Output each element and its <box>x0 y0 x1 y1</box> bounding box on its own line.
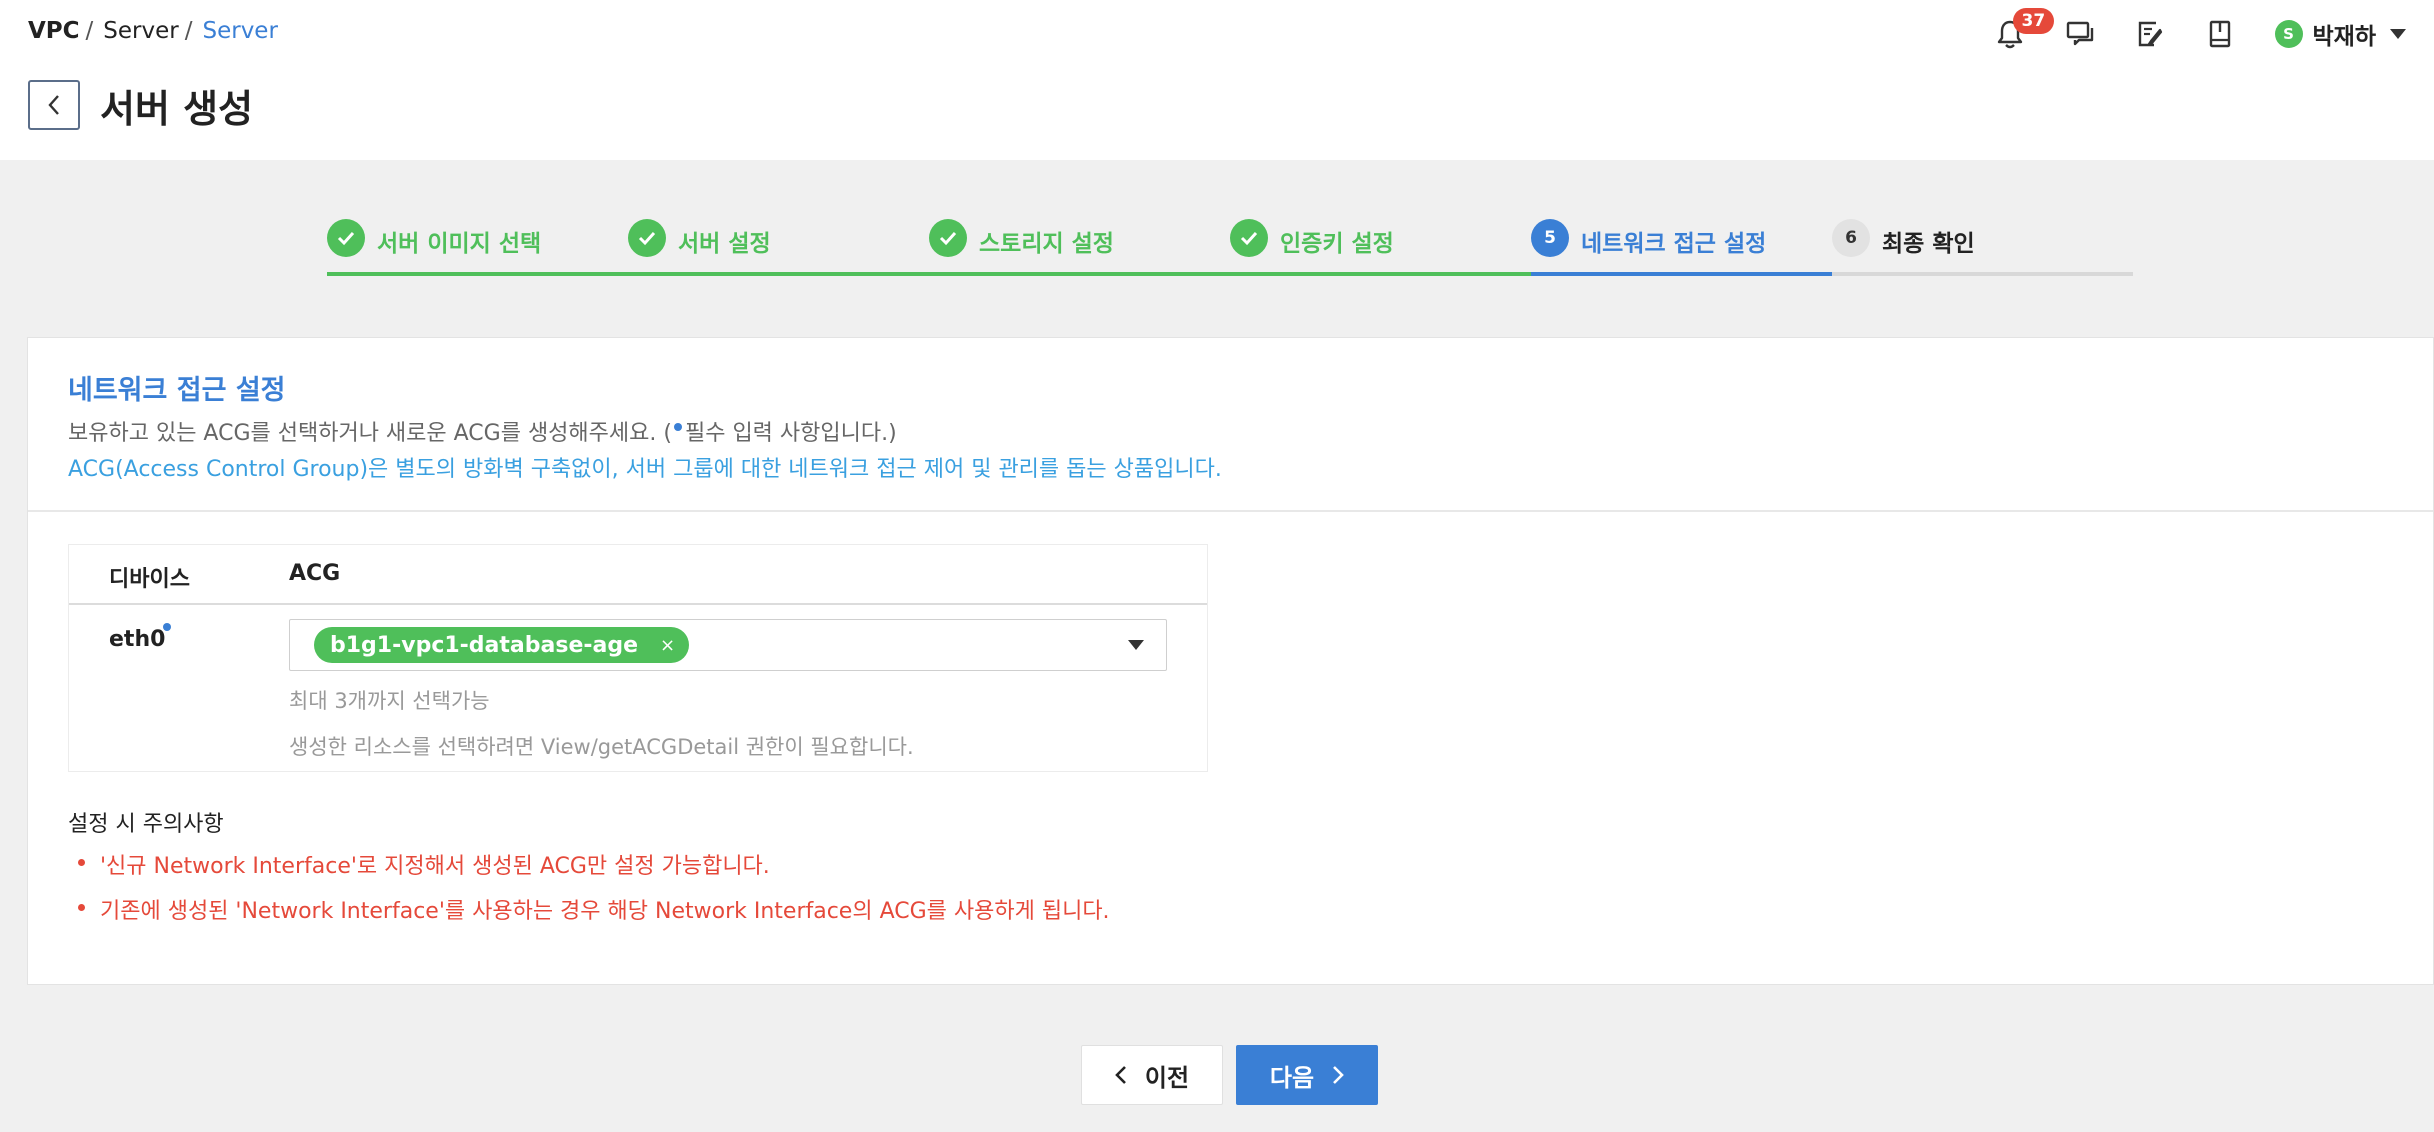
chevron-down-icon[interactable] <box>1128 640 1144 650</box>
check-icon <box>1230 219 1268 257</box>
step-number: 6 <box>1832 219 1870 257</box>
user-menu[interactable]: S 박재하 <box>2274 17 2406 51</box>
memo-button[interactable] <box>2115 12 2185 56</box>
chevron-right-icon <box>1333 1066 1344 1084</box>
step-server-image: 서버 이미지 선택 <box>327 216 628 278</box>
selected-acg-tag: b1g1-vpc1-database-age × <box>314 627 690 663</box>
divider <box>28 510 2433 512</box>
description-text: 보유하고 있는 ACG를 선택하거나 새로운 ACG를 생성해주세요. ( <box>68 421 672 446</box>
list-item: 기존에 생성된 'Network Interface'를 사용하는 경우 해당 … <box>68 893 1110 938</box>
table-header: 디바이스 ACG <box>69 545 1207 605</box>
top-toolbar: 37 S 박재하 <box>1975 8 2406 56</box>
acg-select[interactable]: b1g1-vpc1-database-age × <box>289 619 1167 671</box>
page-title: 서버 생성 <box>100 87 254 131</box>
step-label: 최종 확인 <box>1882 231 1975 257</box>
required-dot-icon <box>163 623 171 631</box>
chat-icon <box>2066 21 2093 46</box>
previous-button[interactable]: 이전 <box>1081 1045 1223 1105</box>
step-label: 네트워크 접근 설정 <box>1581 231 1767 257</box>
step-progress-bar <box>1832 272 2133 276</box>
check-icon <box>929 219 967 257</box>
next-button-label: 다음 <box>1269 1063 1315 1092</box>
guide-button[interactable] <box>2185 12 2255 56</box>
section-title: 네트워크 접근 설정 <box>68 375 286 406</box>
step-label: 서버 이미지 선택 <box>377 231 542 257</box>
check-icon <box>327 219 365 257</box>
chevron-down-icon <box>2390 29 2406 39</box>
acg-description: ACG(Access Control Group)은 별도의 방화벽 구축없이,… <box>68 457 1222 482</box>
column-header-acg: ACG <box>289 561 341 586</box>
wizard-stepper: 서버 이미지 선택 서버 설정 스토리지 설정 인증키 설정 5 네트워크 접근… <box>327 216 2133 278</box>
breadcrumb-separator: / <box>184 18 193 44</box>
user-name: 박재하 <box>2312 24 2376 50</box>
edit-note-icon <box>2138 21 2162 47</box>
book-icon <box>2209 20 2230 48</box>
list-item: '신규 Network Interface'로 지정해서 생성된 ACG만 설정… <box>68 848 1110 893</box>
chat-button[interactable] <box>2045 12 2115 56</box>
section-description: 보유하고 있는 ACG를 선택하거나 새로운 ACG를 생성해주세요. ( 필수… <box>68 415 897 447</box>
step-storage-settings: 스토리지 설정 <box>929 216 1230 278</box>
step-progress-bar <box>327 272 628 276</box>
acg-tag-label: b1g1-vpc1-database-age <box>330 632 639 658</box>
permission-hint: 생성한 리소스를 선택하려면 View/getACGDetail 권한이 필요합… <box>289 735 914 759</box>
notes-title: 설정 시 주의사항 <box>68 812 224 837</box>
step-label: 서버 설정 <box>678 231 771 257</box>
step-progress-bar <box>1230 272 1531 276</box>
column-header-device: 디바이스 <box>109 567 190 592</box>
step-progress-bar <box>628 272 929 276</box>
previous-button-label: 이전 <box>1144 1063 1190 1092</box>
next-button[interactable]: 다음 <box>1236 1045 1378 1105</box>
step-progress-bar <box>929 272 1230 276</box>
max-selection-hint: 최대 3개까지 선택가능 <box>289 689 490 713</box>
required-dot-icon <box>673 423 682 431</box>
step-number: 5 <box>1531 219 1569 257</box>
breadcrumb-server[interactable]: Server <box>103 18 178 44</box>
step-label: 인증키 설정 <box>1280 231 1394 257</box>
notifications-button[interactable]: 37 <box>1975 8 2055 56</box>
breadcrumb: VPC / Server / Server <box>28 18 278 44</box>
network-access-panel: 네트워크 접근 설정 보유하고 있는 ACG를 선택하거나 새로운 ACG를 생… <box>27 337 2434 985</box>
step-server-settings: 서버 설정 <box>628 216 929 278</box>
step-progress-bar <box>1531 272 1832 276</box>
back-button[interactable] <box>28 80 80 130</box>
breadcrumb-vpc[interactable]: VPC <box>28 18 80 44</box>
chevron-left-icon <box>1115 1066 1126 1084</box>
chevron-left-icon <box>48 95 59 115</box>
device-name: eth0 <box>109 627 166 652</box>
notes-list: '신규 Network Interface'로 지정해서 생성된 ACG만 설정… <box>68 848 1110 938</box>
step-auth-key: 인증키 설정 <box>1230 216 1531 278</box>
acg-table: 디바이스 ACG eth0 b1g1-vpc1-database-age × 최… <box>68 544 1208 772</box>
check-icon <box>628 219 666 257</box>
required-note: 필수 입력 사항입니다.) <box>684 421 897 446</box>
breadcrumb-separator: / <box>85 18 94 44</box>
close-icon[interactable]: × <box>660 635 675 656</box>
breadcrumb-server-current[interactable]: Server <box>202 18 277 44</box>
step-network-access: 5 네트워크 접근 설정 <box>1531 216 1832 278</box>
step-final-review: 6 최종 확인 <box>1832 216 2133 278</box>
step-label: 스토리지 설정 <box>979 231 1114 257</box>
page-header: VPC / Server / Server 서버 생성 37 S 박재하 <box>0 0 2434 160</box>
avatar: S <box>2274 20 2303 48</box>
